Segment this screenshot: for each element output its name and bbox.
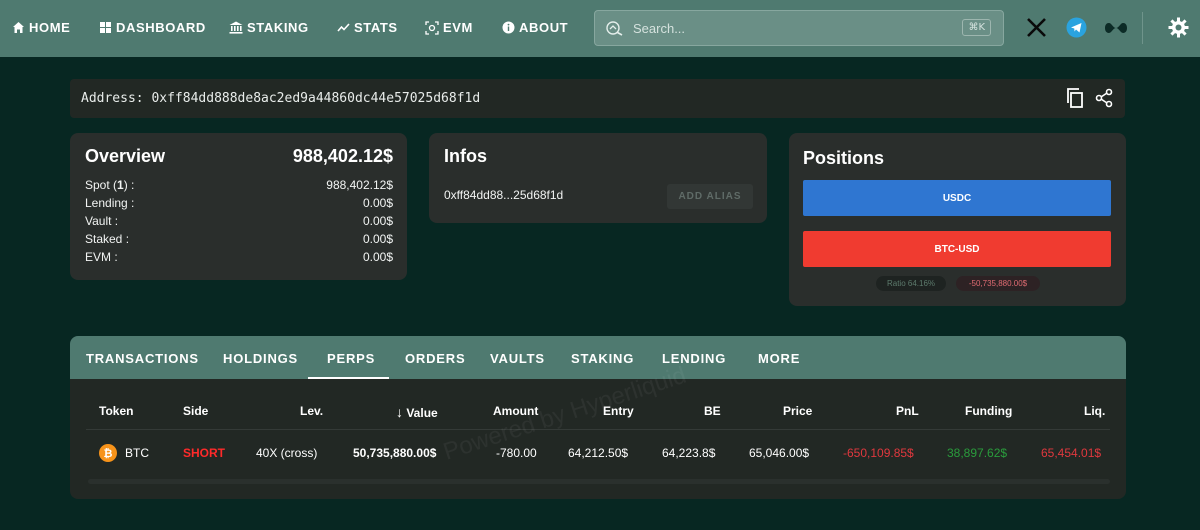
position-usdc-button[interactable]: USDC <box>803 180 1111 216</box>
telegram-icon[interactable] <box>1066 17 1087 38</box>
nav-divider <box>1142 12 1143 44</box>
sort-arrow-icon: ↓ <box>396 404 403 420</box>
header-liq[interactable]: Liq. <box>1084 404 1105 418</box>
share-icon[interactable] <box>1095 88 1113 108</box>
overview-card: Overview 988,402.12$ Spot (1) : 988,402.… <box>70 133 407 280</box>
positions-card: Positions USDC BTC-USD Ratio 64.16% -50,… <box>789 133 1126 306</box>
infos-card: Infos 0xff84dd88...25d68f1d ADD ALIAS <box>429 133 767 223</box>
info-icon <box>502 21 515 34</box>
header-side[interactable]: Side <box>183 404 208 418</box>
tab-perps[interactable]: PERPS <box>327 351 375 366</box>
overview-lending-label: Lending : <box>85 196 135 210</box>
x-icon[interactable] <box>1026 17 1047 38</box>
btc-icon: ₿ <box>99 444 117 462</box>
overview-vault-value: 0.00$ <box>362 214 393 228</box>
hyperliquid-icon[interactable] <box>1104 21 1128 35</box>
nav-home-label: HOME <box>29 20 71 35</box>
overview-evm-label: EVM : <box>85 250 118 264</box>
nav-staking-label: STAKING <box>247 20 309 35</box>
tab-vaults[interactable]: VAULTS <box>490 351 545 366</box>
overview-evm-value: 0.00$ <box>362 250 393 264</box>
infos-title: Infos <box>444 146 487 166</box>
header-funding[interactable]: Funding <box>965 404 1012 418</box>
horizontal-scrollbar[interactable] <box>88 479 1110 484</box>
overview-row-spot: Spot (1) : 988,402.12$ <box>85 178 393 192</box>
cell-entry: 64,212.50$ <box>568 446 629 460</box>
overview-total: 988,402.12$ <box>292 146 393 166</box>
pnl-badge: -50,735,880.00$ <box>956 276 1040 291</box>
evm-icon <box>425 20 439 35</box>
svg-text:₿: ₿ <box>104 447 113 460</box>
overview-vault-label: Vault : <box>85 214 119 228</box>
header-token[interactable]: Token <box>99 404 133 418</box>
infos-short-address: 0xff84dd88...25d68f1d <box>444 188 564 202</box>
tab-bar: TRANSACTIONS HOLDINGS PERPS ORDERS VAULT… <box>70 336 1126 379</box>
cell-funding: 38,897.62$ <box>947 446 1008 460</box>
overview-spot-label: Spot <box>85 178 110 192</box>
dashboard-icon <box>100 22 111 33</box>
cell-side: SHORT <box>183 446 225 460</box>
ratio-badge-text: Ratio 64.16% <box>886 279 936 288</box>
add-alias-button[interactable]: ADD ALIAS <box>667 184 753 209</box>
home-icon <box>13 22 24 33</box>
header-lev[interactable]: Lev. <box>300 404 323 418</box>
search-input[interactable] <box>633 20 943 36</box>
nav-dashboard[interactable]: DASHBOARD <box>99 20 206 35</box>
address-bar: Address: 0xff84dd888de8ac2ed9a44860dc44e… <box>70 79 1125 118</box>
cell-value: 50,735,880.00$ <box>353 446 437 460</box>
overview-row-evm: EVM : 0.00$ <box>85 250 393 264</box>
nav-evm-label: EVM <box>443 20 473 35</box>
cell-token: BTC <box>125 446 149 460</box>
nav-home[interactable]: HOME <box>12 20 70 35</box>
overview-row-staked: Staked : 0.00$ <box>85 232 393 246</box>
search-logo-icon <box>606 21 623 36</box>
tab-transactions[interactable]: TRANSACTIONS <box>86 351 199 366</box>
bank-icon <box>229 21 243 34</box>
address-label: Address: <box>81 91 144 106</box>
tab-more[interactable]: MORE <box>758 351 800 366</box>
cell-pnl: -650,109.85$ <box>843 446 914 460</box>
overview-title: Overview <box>85 146 166 166</box>
cell-price: 65,046.00$ <box>749 446 810 460</box>
overview-spot-count: 1 <box>117 178 124 192</box>
overview-spot-value: 988,402.12$ <box>326 178 393 192</box>
nav-stats[interactable]: STATS <box>337 20 398 35</box>
header-be[interactable]: BE <box>704 404 721 418</box>
overview-staked-value: 0.00$ <box>362 232 393 246</box>
top-nav: HOME DASHBOARD STAKING STATS EVM ABOUT ⌘… <box>0 0 1200 57</box>
header-value-label: Value <box>406 406 438 420</box>
nav-dashboard-label: DASHBOARD <box>116 20 206 35</box>
tab-orders[interactable]: ORDERS <box>405 351 465 366</box>
positions-title: Positions <box>803 148 885 168</box>
nav-staking[interactable]: STAKING <box>229 20 309 35</box>
tab-staking[interactable]: STAKING <box>571 351 634 366</box>
nav-evm[interactable]: EVM <box>425 20 473 35</box>
tab-holdings[interactable]: HOLDINGS <box>223 351 298 366</box>
cell-be: 64,223.8$ <box>662 446 716 460</box>
overview-row-lending: Lending : 0.00$ <box>85 196 393 210</box>
overview-row-vault: Vault : 0.00$ <box>85 214 393 228</box>
address-value: 0xff84dd888de8ac2ed9a44860dc44e57025d68f… <box>151 91 481 106</box>
copy-icon[interactable] <box>1066 88 1084 108</box>
header-divider <box>86 429 1110 430</box>
search-box[interactable]: ⌘K <box>594 10 1004 46</box>
gear-icon[interactable] <box>1168 17 1189 38</box>
nav-stats-label: STATS <box>354 20 398 35</box>
header-price[interactable]: Price <box>783 404 812 418</box>
header-value[interactable]: ↓ Value <box>396 404 438 420</box>
nav-about-label: ABOUT <box>519 20 569 35</box>
chart-line-icon <box>337 23 350 32</box>
nav-about[interactable]: ABOUT <box>502 20 568 35</box>
overview-staked-label: Staked : <box>85 232 130 246</box>
header-pnl[interactable]: PnL <box>896 404 919 418</box>
ratio-badge: Ratio 64.16% <box>876 276 946 291</box>
overview-lending-value: 0.00$ <box>362 196 393 210</box>
cell-liq: 65,454.01$ <box>1041 446 1102 460</box>
search-shortcut: ⌘K <box>962 19 991 36</box>
position-btc-usd-button[interactable]: BTC-USD <box>803 231 1111 267</box>
cell-lev: 40X (cross) <box>256 446 318 460</box>
